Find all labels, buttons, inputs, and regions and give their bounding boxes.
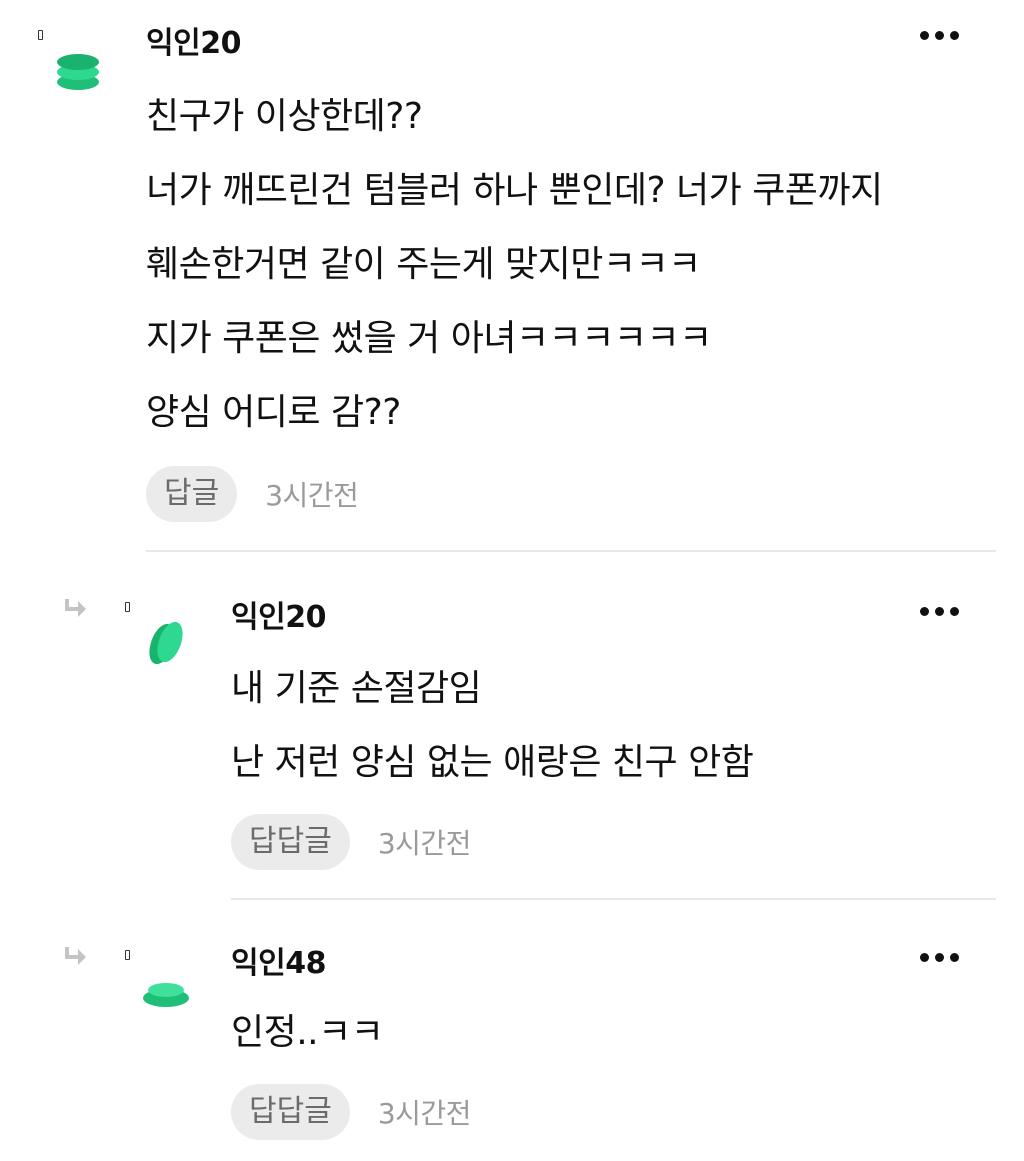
comment-author[interactable]: 익인48 [231,944,326,984]
more-options-button[interactable] [918,948,962,968]
comment-line: 훼손한거면 같이 주는게 맞지만ㅋㅋㅋ [146,244,701,285]
reply-arrow-icon [65,599,86,617]
more-options-button[interactable] [918,26,962,46]
avatar-icon[interactable] [142,972,190,1020]
more-dots-icon [920,31,929,40]
avatar-icon[interactable] [144,620,192,668]
comment-time: 3시간전 [377,1097,472,1130]
level-marker-icon [38,30,43,40]
comment-body: 인정..ㅋㅋ [231,996,384,1070]
comment-line: 지가 쿠폰은 썼을 거 아녀ㅋㅋㅋㅋㅋㅋ [146,318,712,359]
comment-meta: 답답글 3시간전 [231,1084,471,1140]
more-dots-icon [920,607,929,616]
comment-item: 익인20 친구가 이상한데?? 너가 깨뜨린건 텀블러 하나 뿐인데? 너가 쿠… [0,0,1024,552]
comment-author[interactable]: 익인20 [231,598,326,638]
reply-button[interactable]: 답글 [146,466,238,522]
level-marker-icon [125,950,130,960]
more-options-button[interactable] [918,602,962,622]
comment-meta: 답답글 3시간전 [231,814,471,870]
reply-item: 익인20 내 기준 손절감임 난 저런 양심 없는 애랑은 친구 안함 답답글 … [0,552,1024,900]
comment-line: 난 저런 양심 없는 애랑은 친구 안함 [231,742,754,783]
comment-meta: 답글 3시간전 [146,466,359,522]
comment-body: 내 기준 손절감임 난 저런 양심 없는 애랑은 친구 안함 [231,652,754,800]
comment-body: 친구가 이상한데?? 너가 깨뜨린건 텀블러 하나 뿐인데? 너가 쿠폰까지 훼… [146,80,883,450]
reply-item: 익인48 인정..ㅋㅋ 답답글 3시간전 [0,900,1024,1161]
reply-button[interactable]: 답답글 [231,1084,350,1140]
comment-line: 내 기준 손절감임 [231,668,482,709]
level-marker-icon [125,602,130,612]
comment-line: 양심 어디로 감?? [146,392,401,433]
avatar-icon[interactable] [54,50,102,98]
comment-line: 친구가 이상한데?? [146,96,423,137]
comment-author[interactable]: 익인20 [146,24,241,64]
comment-line: 너가 깨뜨린건 텀블러 하나 뿐인데? 너가 쿠폰까지 [146,170,883,211]
comment-line: 인정..ㅋㅋ [231,1012,384,1053]
comment-time: 3시간전 [265,479,359,512]
comment-time: 3시간전 [377,827,472,860]
reply-button[interactable]: 답답글 [231,814,350,870]
more-dots-icon [920,953,929,962]
reply-arrow-icon [65,947,86,965]
